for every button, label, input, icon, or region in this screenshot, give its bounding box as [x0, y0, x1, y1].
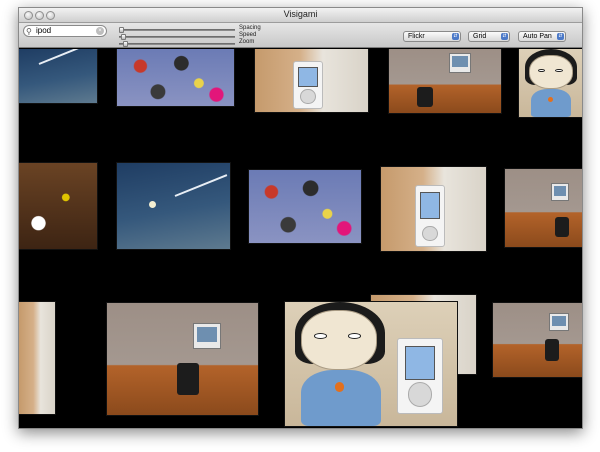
- speed-label: Speed: [239, 32, 257, 38]
- photo-gear-thumbnail[interactable]: [117, 49, 234, 106]
- source-popup-value: Flickr: [408, 33, 425, 40]
- photo-desk-thumbnail[interactable]: [107, 303, 258, 415]
- app-window: Visigami ⚲ ipod × Spacing Speed Zoom Fli…: [18, 7, 583, 429]
- contrail: [38, 49, 84, 65]
- photo-ipod-hand-thumbnail[interactable]: [19, 302, 55, 414]
- photo-desk-thumbnail[interactable]: [505, 169, 582, 247]
- monitor-image: [549, 313, 569, 331]
- spacing-slider[interactable]: [119, 27, 235, 33]
- pan-popup[interactable]: Auto Pan ⇵: [518, 31, 566, 42]
- layout-popup-value: Grid: [473, 33, 487, 40]
- chair-image: [417, 87, 433, 107]
- window-title: Visigami: [283, 9, 318, 19]
- speed-slider-knob[interactable]: [121, 34, 126, 40]
- photo-desk-thumbnail[interactable]: [493, 303, 582, 377]
- zoom-slider-knob[interactable]: [123, 41, 128, 47]
- ipod-image: [397, 338, 443, 414]
- photo-ipod-hand-thumbnail[interactable]: [381, 167, 486, 251]
- source-popup[interactable]: Flickr ⇵: [403, 31, 461, 42]
- photo-gear-thumbnail[interactable]: [249, 170, 361, 243]
- moon-image: [149, 201, 156, 208]
- speed-slider[interactable]: [119, 34, 235, 40]
- photo-canvas[interactable]: [19, 49, 582, 428]
- popup-arrows-icon: ⇵: [501, 33, 508, 40]
- layout-popup[interactable]: Grid ⇵: [468, 31, 510, 42]
- photo-ipod-hand-thumbnail[interactable]: [255, 49, 368, 112]
- chair-image: [177, 363, 199, 395]
- ipod-image: [293, 61, 323, 109]
- spacing-label: Spacing: [239, 25, 261, 31]
- magnifier-icon: ⚲: [26, 27, 32, 36]
- photo-sky-thumbnail[interactable]: [19, 49, 97, 103]
- photo-moon-thumbnail[interactable]: [117, 163, 230, 249]
- zoom-slider[interactable]: [119, 41, 235, 47]
- title-bar[interactable]: Visigami: [19, 8, 582, 23]
- photo-doll-thumbnail[interactable]: [519, 49, 582, 117]
- search-field[interactable]: ⚲ ipod ×: [23, 25, 107, 37]
- toolbar: ⚲ ipod × Spacing Speed Zoom Flickr ⇵ Gri…: [19, 23, 582, 48]
- popup-arrows-icon: ⇵: [557, 33, 564, 40]
- zoom-label: Zoom: [239, 39, 255, 45]
- chair-image: [545, 339, 559, 361]
- monitor-image: [449, 53, 471, 73]
- pan-popup-value: Auto Pan: [523, 33, 552, 40]
- search-input-value: ipod: [36, 26, 52, 35]
- monitor-image: [551, 183, 569, 201]
- contrail: [174, 174, 228, 197]
- monitor-image: [193, 323, 221, 349]
- popup-arrows-icon: ⇵: [452, 33, 459, 40]
- photo-doll-ipod-selected[interactable]: [285, 302, 457, 426]
- photo-desk-thumbnail[interactable]: [389, 49, 501, 113]
- spacing-slider-knob[interactable]: [119, 27, 124, 33]
- clear-search-icon[interactable]: ×: [96, 27, 104, 35]
- chair-image: [555, 217, 569, 237]
- ipod-image: [415, 185, 445, 247]
- photo-cables-thumbnail[interactable]: [19, 163, 97, 249]
